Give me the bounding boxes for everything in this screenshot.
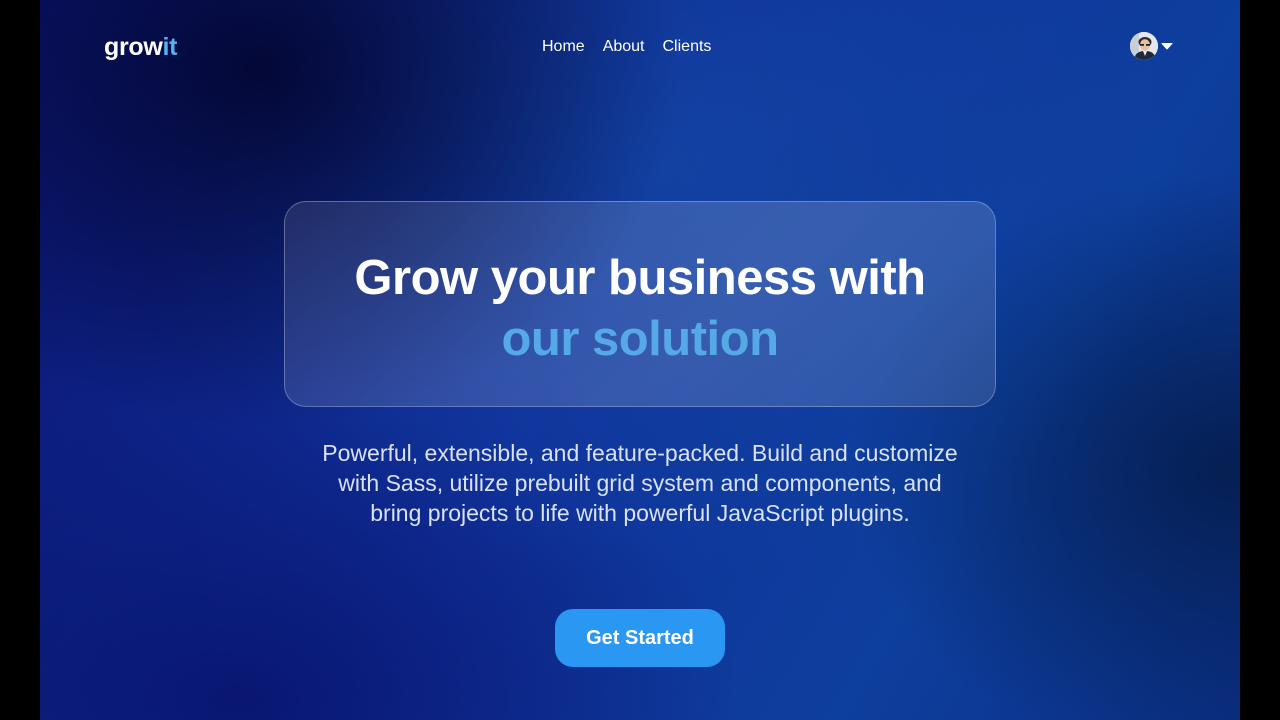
hero-description: Powerful, extensible, and feature-packed…	[322, 440, 958, 526]
user-menu[interactable]	[1130, 32, 1173, 60]
user-avatar-icon	[1130, 32, 1158, 60]
hero-title-line1: Grow your business with	[354, 251, 926, 305]
nav-item-clients[interactable]: Clients	[663, 38, 712, 56]
page-frame: growit Home About Clients Grow your busi…	[40, 0, 1240, 720]
main-nav: Home About Clients	[542, 38, 711, 56]
nav-item-about[interactable]: About	[603, 38, 645, 56]
avatar[interactable]	[1130, 32, 1158, 60]
hero-title-line2: our solution	[501, 312, 779, 366]
brand-name-prefix: grow	[104, 33, 163, 61]
get-started-button[interactable]: Get Started	[555, 609, 725, 667]
hero-title: Grow your business with our solution	[285, 248, 995, 370]
hero-card: Grow your business with our solution	[284, 201, 996, 407]
brand-name-accent: it	[162, 33, 178, 61]
brand-logo[interactable]: growit	[104, 33, 177, 62]
nav-item-home[interactable]: Home	[542, 38, 585, 56]
caret-down-icon[interactable]	[1161, 41, 1173, 51]
